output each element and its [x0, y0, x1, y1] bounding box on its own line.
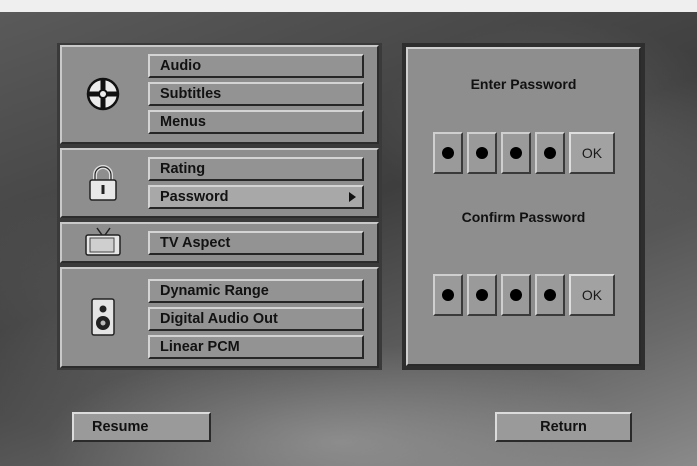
enter-password-row: OK: [433, 132, 615, 174]
password-digit-4[interactable]: [535, 132, 565, 174]
password-digit-3[interactable]: [501, 132, 531, 174]
menu-item-menus[interactable]: Menus: [148, 110, 364, 134]
masked-digit-dot: [476, 289, 488, 301]
menu-item-password[interactable]: Password: [148, 185, 364, 209]
top-strip: [0, 0, 697, 12]
menu-item-subtitles[interactable]: Subtitles: [148, 82, 364, 106]
password-panel: Enter Password OK Confirm Password OK: [402, 43, 645, 370]
masked-digit-dot: [442, 289, 454, 301]
menu-group-language: Audio Subtitles Menus: [60, 45, 379, 144]
masked-digit-dot: [442, 147, 454, 159]
enter-password-title: Enter Password: [470, 76, 577, 92]
masked-digit-dot: [544, 289, 556, 301]
confirm-password-title: Confirm Password: [461, 209, 586, 225]
confirm-digit-1[interactable]: [433, 274, 463, 316]
disc-icon: [84, 75, 122, 113]
confirm-digit-2[interactable]: [467, 274, 497, 316]
menu-group-display: TV Aspect: [60, 222, 379, 263]
resume-button[interactable]: Resume: [72, 412, 211, 442]
menu-group-audio-output: Dynamic Range Digital Audio Out Linear P…: [60, 267, 379, 368]
password-panel-inner: Enter Password OK Confirm Password OK: [406, 47, 641, 366]
menu-item-tv-aspect[interactable]: TV Aspect: [148, 231, 364, 255]
menu-item-rating[interactable]: Rating: [148, 157, 364, 181]
menu-item-digital-audio-out[interactable]: Digital Audio Out: [148, 307, 364, 331]
lock-icon: [84, 164, 122, 202]
menu-item-dynamic-range[interactable]: Dynamic Range: [148, 279, 364, 303]
menu-group-parental: Rating Password: [60, 148, 379, 218]
speaker-icon: [84, 298, 122, 336]
password-digit-2[interactable]: [467, 132, 497, 174]
confirm-digit-3[interactable]: [501, 274, 531, 316]
tv-icon: [84, 224, 122, 260]
settings-menu-panel: Audio Subtitles Menus Rating Password TV…: [57, 43, 382, 370]
submenu-arrow-icon: [349, 192, 356, 202]
return-button[interactable]: Return: [495, 412, 632, 442]
masked-digit-dot: [510, 147, 522, 159]
password-digit-1[interactable]: [433, 132, 463, 174]
confirm-password-row: OK: [433, 274, 615, 316]
confirm-ok-button[interactable]: OK: [569, 274, 615, 316]
menu-item-password-label: Password: [160, 189, 229, 205]
confirm-digit-4[interactable]: [535, 274, 565, 316]
masked-digit-dot: [510, 289, 522, 301]
enter-ok-button[interactable]: OK: [569, 132, 615, 174]
menu-item-linear-pcm[interactable]: Linear PCM: [148, 335, 364, 359]
masked-digit-dot: [544, 147, 556, 159]
menu-item-audio[interactable]: Audio: [148, 54, 364, 78]
masked-digit-dot: [476, 147, 488, 159]
